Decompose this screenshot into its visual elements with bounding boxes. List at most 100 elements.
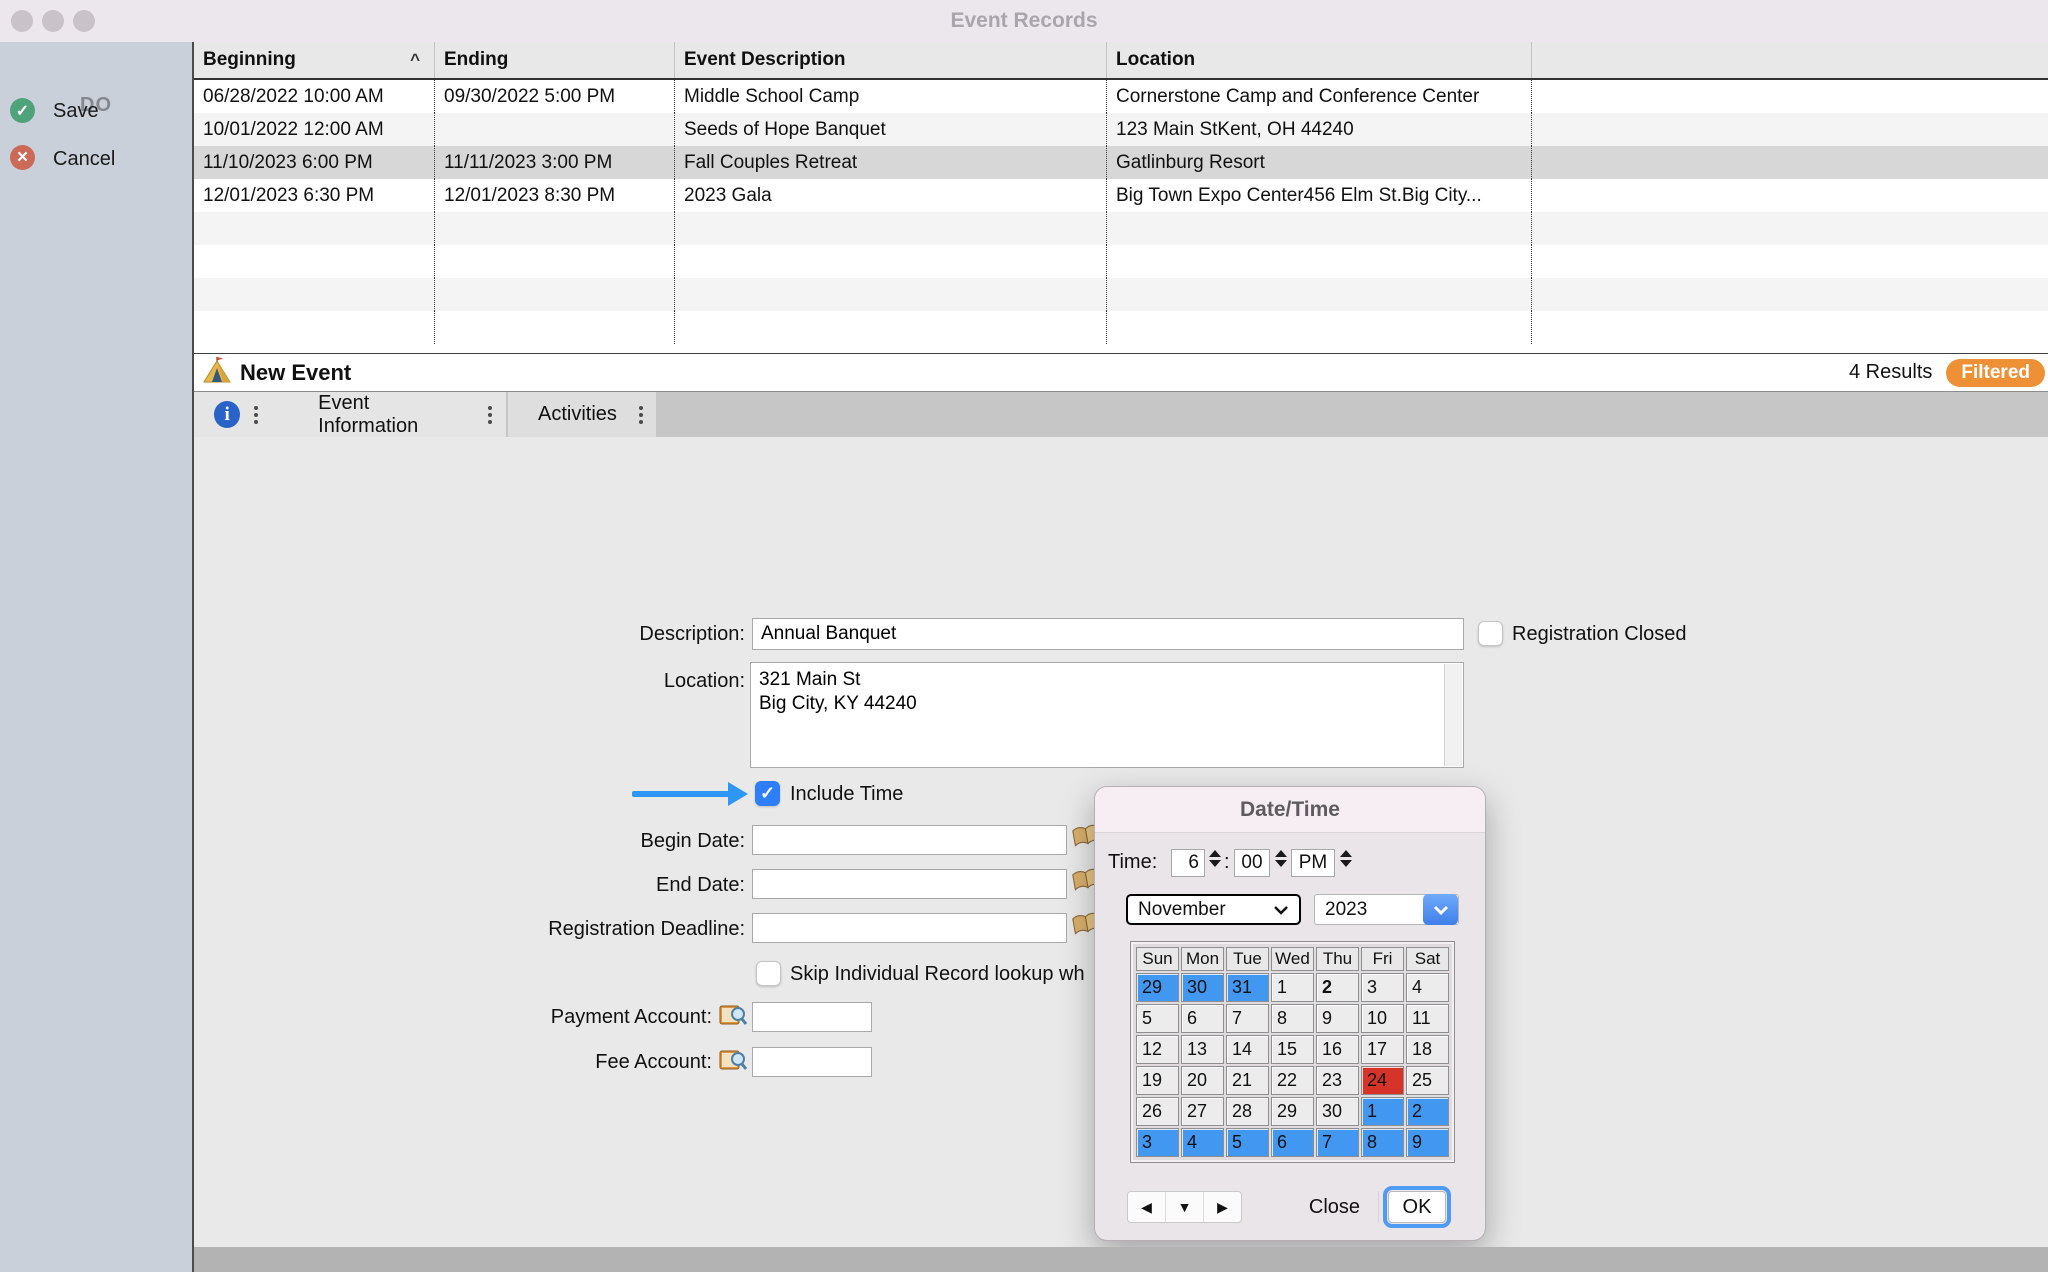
calendar-day[interactable]: 6 (1181, 1004, 1224, 1033)
calendar-day[interactable]: 11 (1406, 1004, 1449, 1033)
column-header-location[interactable]: Location (1107, 42, 1532, 78)
location-scrollbar[interactable] (1444, 664, 1462, 766)
table-row[interactable]: 11/10/2023 6:00 PM 11/11/2023 3:00 PM Fa… (194, 146, 2048, 179)
calendar-day[interactable]: 7 (1226, 1004, 1269, 1033)
calendar-day[interactable]: 4 (1406, 973, 1449, 1002)
calendar-day[interactable]: 31 (1226, 973, 1269, 1002)
next-month-button[interactable]: ▶ (1204, 1192, 1241, 1222)
table-row[interactable]: 12/01/2023 6:30 PM 12/01/2023 8:30 PM 20… (194, 179, 2048, 212)
filtered-badge[interactable]: Filtered (1946, 359, 2045, 387)
tent-icon (202, 355, 232, 390)
calendar-day[interactable]: 18 (1406, 1035, 1449, 1064)
calendar-day[interactable]: 8 (1271, 1004, 1314, 1033)
ok-button[interactable]: OK (1388, 1191, 1446, 1223)
minute-field[interactable]: 00 (1234, 849, 1270, 877)
calendar-day[interactable]: 27 (1181, 1097, 1224, 1126)
payment-account-input[interactable] (752, 1002, 872, 1032)
tab-activities[interactable]: Activities (538, 403, 617, 426)
info-icon[interactable]: i (214, 401, 240, 428)
prev-month-button[interactable]: ◀ (1128, 1192, 1166, 1222)
calendar-day[interactable]: 29 (1136, 973, 1179, 1002)
calendar-day[interactable]: 15 (1271, 1035, 1314, 1064)
calendar-day[interactable]: 13 (1181, 1035, 1224, 1064)
cancel-button[interactable]: Cancel (53, 148, 115, 171)
location-textarea[interactable]: 321 Main St Big City, KY 44240 (750, 662, 1464, 768)
calendar-day[interactable]: 7 (1316, 1128, 1359, 1157)
calendar-day[interactable]: 25 (1406, 1066, 1449, 1095)
calendar-day[interactable]: 22 (1271, 1066, 1314, 1095)
column-header-beginning[interactable]: Beginning ^ (194, 42, 435, 78)
kebab-dots-icon[interactable] (639, 406, 643, 424)
cell-location (1107, 212, 1532, 245)
calendar-day[interactable]: 16 (1316, 1035, 1359, 1064)
sort-ascending-icon: ^ (410, 55, 420, 65)
payment-account-label: Payment Account: (480, 1006, 712, 1029)
calendar-day[interactable]: 23 (1316, 1066, 1359, 1095)
meridiem-stepper[interactable] (1339, 850, 1353, 867)
close-button[interactable]: Close (1291, 1191, 1379, 1223)
calendar-day[interactable]: 4 (1181, 1128, 1224, 1157)
table-row[interactable] (194, 245, 2048, 278)
save-button[interactable]: Save (53, 100, 99, 123)
calendar-day[interactable]: 24 (1361, 1066, 1404, 1095)
kebab-dots-icon[interactable] (254, 406, 258, 424)
calendar-day[interactable]: 8 (1361, 1128, 1404, 1157)
hour-field[interactable]: 6 (1171, 849, 1205, 877)
cell-description (675, 212, 1107, 245)
table-row[interactable]: 06/28/2022 10:00 AM 09/30/2022 5:00 PM M… (194, 80, 2048, 113)
calendar-day[interactable]: 3 (1136, 1128, 1179, 1157)
calendar-day[interactable]: 19 (1136, 1066, 1179, 1095)
calendar-day[interactable]: 1 (1271, 973, 1314, 1002)
calendar-day[interactable]: 17 (1361, 1035, 1404, 1064)
registration-closed-label: Registration Closed (1512, 621, 1687, 647)
title-bar: Event Records (0, 0, 2048, 42)
registration-deadline-label: Registration Deadline: (420, 918, 745, 941)
calendar-day[interactable]: 12 (1136, 1035, 1179, 1064)
calendar-day[interactable]: 14 (1226, 1035, 1269, 1064)
column-header-event-description[interactable]: Event Description (675, 42, 1107, 78)
month-select[interactable]: November (1126, 894, 1301, 925)
calendar-day[interactable]: 1 (1361, 1097, 1404, 1126)
registration-deadline-input[interactable] (752, 913, 1067, 943)
minute-stepper[interactable] (1274, 850, 1288, 867)
month-menu-button[interactable]: ▼ (1166, 1192, 1204, 1222)
calendar-day[interactable]: 21 (1226, 1066, 1269, 1095)
cell-ending (435, 311, 675, 344)
calendar-day[interactable]: 28 (1226, 1097, 1269, 1126)
calendar-day[interactable]: 10 (1361, 1004, 1404, 1033)
calendar-day[interactable]: 3 (1361, 973, 1404, 1002)
calendar-day[interactable]: 20 (1181, 1066, 1224, 1095)
year-value[interactable]: 2023 (1315, 899, 1367, 921)
calendar-day[interactable]: 6 (1271, 1128, 1314, 1157)
description-input[interactable] (752, 618, 1464, 650)
table-row[interactable] (194, 311, 2048, 344)
meridiem-field[interactable]: PM (1291, 849, 1335, 877)
fee-account-lookup-icon[interactable] (718, 1046, 748, 1079)
table-row[interactable] (194, 212, 2048, 245)
end-date-input[interactable] (752, 869, 1067, 899)
skip-lookup-checkbox[interactable] (756, 961, 781, 986)
tab-event-information[interactable]: Event Information (318, 392, 470, 438)
payment-account-lookup-icon[interactable] (718, 1001, 748, 1034)
table-row[interactable] (194, 278, 2048, 311)
calendar-day[interactable]: 9 (1406, 1128, 1449, 1157)
calendar-day[interactable]: 30 (1316, 1097, 1359, 1126)
calendar-day[interactable]: 30 (1181, 973, 1224, 1002)
calendar-day[interactable]: 5 (1136, 1004, 1179, 1033)
calendar-day[interactable]: 5 (1226, 1128, 1269, 1157)
table-row[interactable]: 10/01/2022 12:00 AM Seeds of Hope Banque… (194, 113, 2048, 146)
hour-stepper[interactable] (1208, 850, 1222, 867)
calendar-day[interactable]: 2 (1406, 1097, 1449, 1126)
registration-closed-checkbox[interactable] (1478, 621, 1503, 646)
calendar-day[interactable]: 9 (1316, 1004, 1359, 1033)
fee-account-input[interactable] (752, 1047, 872, 1077)
calendar-day[interactable]: 26 (1136, 1097, 1179, 1126)
begin-date-input[interactable] (752, 825, 1067, 855)
calendar-day[interactable]: 2 (1316, 973, 1359, 1002)
column-header-ending[interactable]: Ending (435, 42, 675, 78)
year-dropdown-button[interactable] (1423, 894, 1458, 925)
calendar-day[interactable]: 29 (1271, 1097, 1314, 1126)
kebab-dots-icon[interactable] (488, 406, 492, 424)
calendar-week-row: 262728293012 (1136, 1097, 1449, 1126)
include-time-checkbox[interactable]: ✓ (755, 781, 780, 806)
